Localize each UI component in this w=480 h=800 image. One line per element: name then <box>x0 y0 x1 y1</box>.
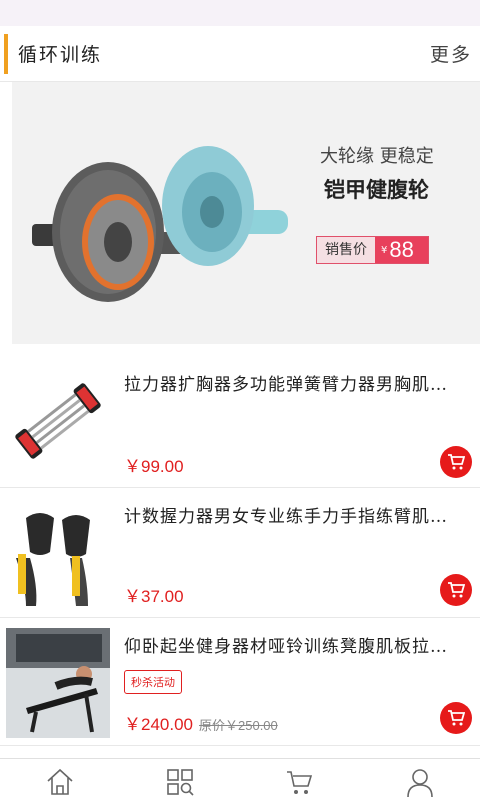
sit-up-bench-image <box>6 628 110 738</box>
add-to-cart-button[interactable] <box>440 702 472 734</box>
cart-icon <box>448 710 465 726</box>
status-bar <box>0 0 480 26</box>
product-item[interactable]: 计数握力器男女专业练手力手指练臂肌… ￥37.00 <box>0 488 480 618</box>
ab-wheel-image <box>32 146 288 302</box>
banner-tagline: 大轮缘 更稳定 <box>320 146 434 167</box>
banner-price-box: 销售价 ¥ 88 <box>316 236 429 264</box>
product-item[interactable]: 拉力器扩胸器多功能弹簧臂力器男胸肌… ￥99.00 <box>0 356 480 488</box>
tab-profile[interactable] <box>360 759 480 800</box>
more-link[interactable]: 更多 <box>430 40 472 67</box>
cart-icon <box>448 454 465 470</box>
product-name: 计数握力器男女专业练手力手指练臂肌… <box>124 507 448 527</box>
add-to-cart-button[interactable] <box>440 446 472 478</box>
tab-home[interactable] <box>0 759 120 800</box>
product-price: ￥240.00 原价￥250.00 <box>124 710 278 735</box>
flash-sale-badge: 秒杀活动 <box>124 670 182 694</box>
product-item[interactable]: 仰卧起坐健身器材哑铃训练凳腹肌板拉… 秒杀活动 ￥240.00 原价￥250.00 <box>0 618 480 746</box>
add-to-cart-button[interactable] <box>440 574 472 606</box>
product-price: ￥99.00 <box>124 457 184 476</box>
category-icon <box>167 769 194 796</box>
banner-price-label: 销售价 <box>317 237 375 263</box>
original-price: 原价￥250.00 <box>199 718 278 733</box>
product-name: 拉力器扩胸器多功能弹簧臂力器男胸肌… <box>124 375 448 395</box>
section-accent-bar <box>4 34 8 74</box>
chest-expander-image <box>15 383 101 459</box>
tab-category[interactable] <box>120 759 240 800</box>
cart-icon <box>448 582 465 598</box>
product-price: ￥37.00 <box>124 587 184 606</box>
product-name: 仰卧起坐健身器材哑铃训练凳腹肌板拉… <box>124 637 448 657</box>
cart-icon <box>287 771 313 794</box>
tab-cart[interactable] <box>240 759 360 800</box>
hand-grip-image <box>16 513 90 606</box>
banner-product-name: 铠甲健腹轮 <box>324 178 429 202</box>
user-icon <box>407 769 433 797</box>
banner-price-value: ¥ 88 <box>375 237 428 263</box>
bottom-tab-bar <box>0 758 480 800</box>
promo-banner[interactable]: 大轮缘 更稳定 铠甲健腹轮 销售价 ¥ 88 <box>12 82 480 344</box>
section-title: 循环训练 <box>18 44 103 66</box>
section-header: 循环训练 更多 <box>0 26 480 82</box>
current-price: ￥240.00 <box>124 715 193 734</box>
home-icon <box>47 768 73 795</box>
